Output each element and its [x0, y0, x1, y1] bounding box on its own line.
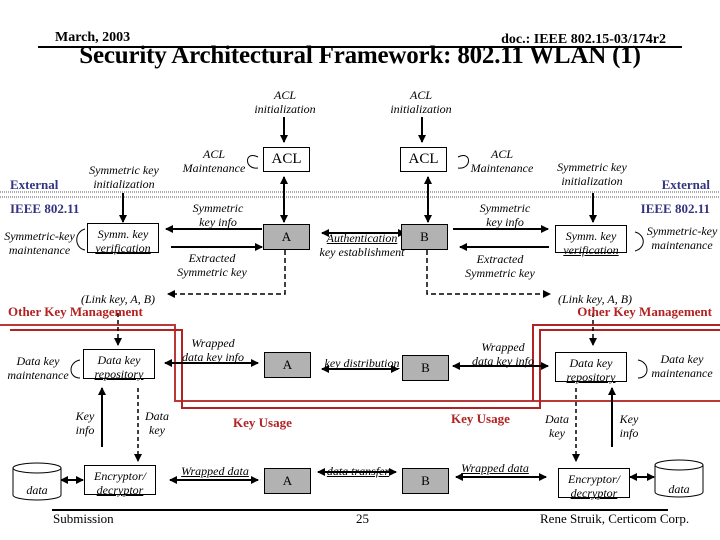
data-store-right-label: data — [668, 482, 690, 496]
sym-key-info-right: Symmetric key info — [479, 201, 531, 229]
sym-key-maintenance-left: Symmetric-key maintenance — [4, 229, 75, 257]
layer-ieee-left: IEEE 802.11 — [10, 201, 80, 216]
party-b-box-key-distribution: B — [402, 355, 449, 381]
party-b-box-auth: B — [401, 224, 448, 250]
layer-external-left: External — [10, 177, 59, 192]
symm-key-verification-left: Symm. key verification — [87, 223, 159, 255]
data-key-repository-left: Data key repository — [83, 349, 155, 381]
data-key-maintenance-curl-left-icon — [70, 359, 81, 379]
sym-key-maintenance-right: Symmetric-key maintenance — [646, 224, 718, 252]
party-a-box-auth: A — [263, 224, 310, 250]
sym-key-maintenance-curl-right-icon — [634, 231, 644, 252]
data-key-maintenance-left: Data key maintenance — [7, 354, 69, 382]
data-key-left: Data key — [145, 409, 169, 437]
encryptor-decryptor-left: Encryptor/decryptor — [84, 465, 156, 497]
wrapped-data-left: Wrapped data — [181, 464, 249, 478]
link-key-right: (Link key, A, B) — [557, 292, 633, 306]
data-key-right: Data key — [545, 412, 569, 440]
party-a-box-key-distribution: A — [264, 352, 311, 378]
data-key-maintenance-right: Data key maintenance — [651, 352, 713, 380]
sym-key-maintenance-curl-left-icon — [76, 228, 86, 251]
sym-key-init-right: Symmetric key initialization — [557, 160, 627, 188]
acl-box-left: ACL — [263, 147, 310, 172]
data-store-left-label: data — [26, 483, 48, 497]
extracted-sym-key-right: Extracted Symmetric key — [465, 252, 535, 280]
layer-ieee-right: IEEE 802.11 — [640, 201, 710, 216]
party-b-box-data-transfer: B — [402, 468, 449, 494]
wrapped-data-key-info-right: Wrapped data key info — [472, 340, 534, 368]
auth-key-establishment-label: Authentication key establishment — [319, 231, 405, 259]
data-key-maintenance-curl-right-icon — [637, 359, 648, 379]
footer-author: Rene Struik, Certicom Corp. — [540, 511, 690, 526]
footer-submission: Submission — [53, 511, 114, 526]
footer-page-number: 25 — [356, 511, 369, 526]
wrapped-data-key-info-left: Wrapped data key info — [182, 336, 244, 364]
acl-init-left: ACL initialization — [254, 88, 316, 116]
key-info-left: Key info — [75, 409, 95, 437]
sym-key-init-left: Symmetric key initialization — [89, 163, 159, 191]
extracted-sym-key-left: Extracted Symmetric key — [177, 251, 247, 279]
layer-key-usage-left: Key Usage — [233, 415, 292, 430]
layer-key-usage-right: Key Usage — [451, 411, 510, 426]
acl-maintenance-left: ACL Maintenance — [182, 147, 246, 175]
acl-maintenance-right: ACL Maintenance — [470, 147, 534, 175]
data-key-repository-right: Data key repository — [555, 352, 627, 384]
key-distribution-label: key distribution — [324, 356, 400, 370]
encryptor-decryptor-right: Encryptor/decryptor — [558, 468, 630, 500]
acl-init-right: ACL initialization — [390, 88, 452, 116]
key-info-right: Key info — [619, 412, 639, 440]
layer-other-key-management-right: Other Key Management — [577, 304, 712, 319]
layer-other-key-management-left: Other Key Management — [8, 304, 143, 319]
data-transfer-label: data transfer — [326, 464, 390, 478]
acl-box-right: ACL — [400, 147, 447, 172]
party-a-box-data-transfer: A — [264, 468, 311, 494]
wrapped-data-right: Wrapped data — [461, 461, 529, 475]
link-key-left: (Link key, A, B) — [80, 292, 156, 306]
layer-external-right: External — [661, 177, 710, 192]
diagram-connectors — [0, 46, 720, 511]
sym-key-info-left: Symmetric key info — [192, 201, 244, 229]
symm-key-verification-right: Symm. key verification — [555, 225, 627, 257]
